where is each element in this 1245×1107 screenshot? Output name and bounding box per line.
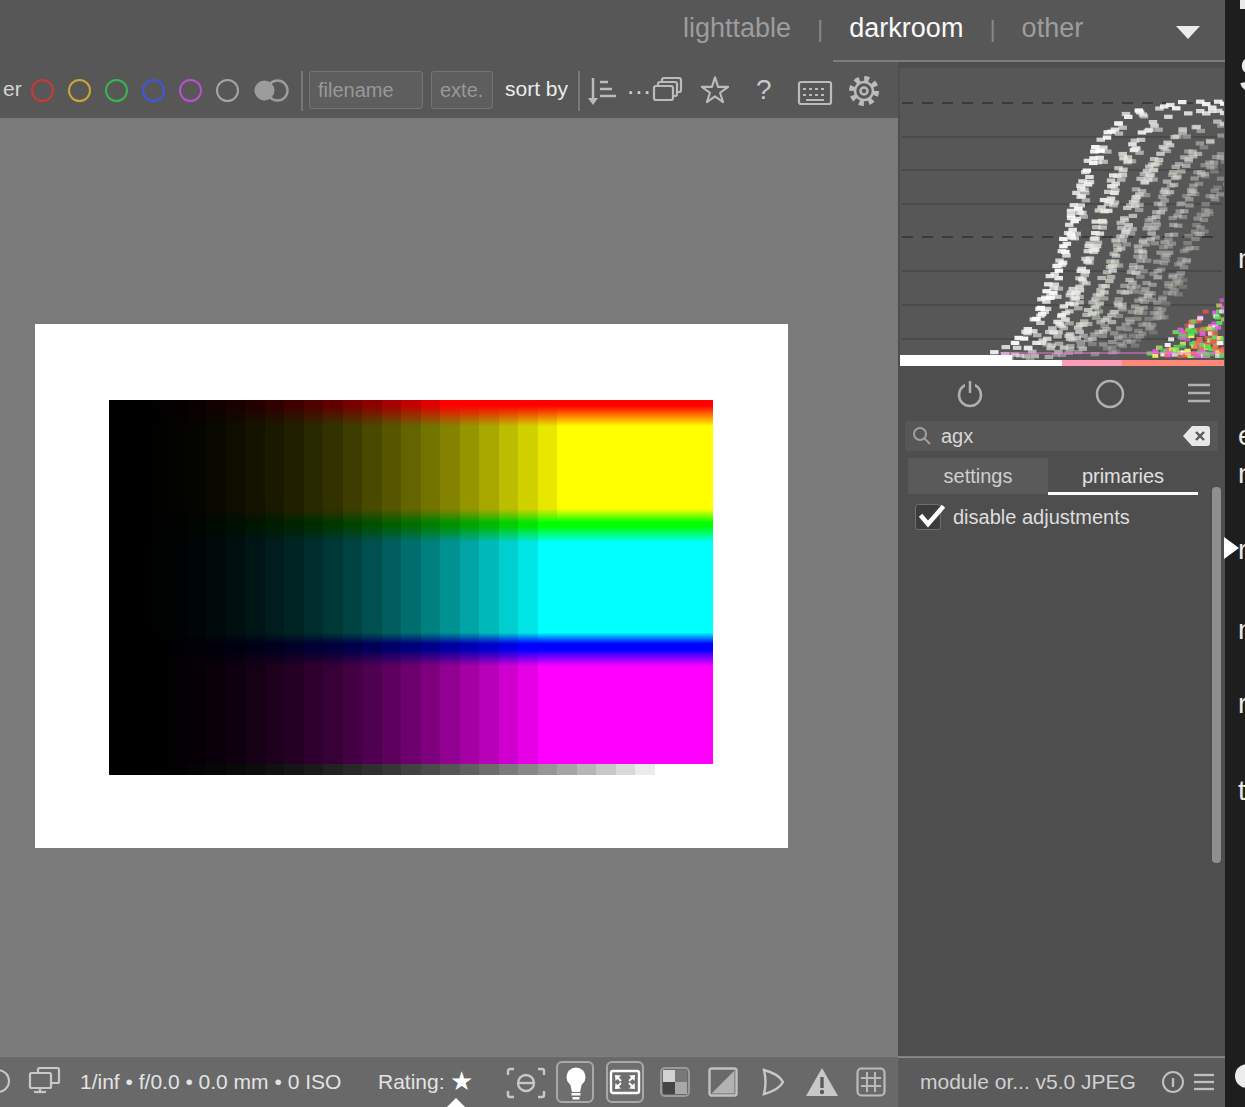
edge-letter-fragment: t <box>1238 775 1245 807</box>
module-order-menu-icon[interactable] <box>1192 1071 1216 1095</box>
overlays-star-icon[interactable] <box>698 72 732 108</box>
views-dropdown-caret[interactable] <box>1176 26 1200 39</box>
help-icon[interactable]: ? <box>756 74 772 106</box>
module-circle-icon[interactable] <box>1094 378 1126 410</box>
toolbar-separator <box>301 71 303 111</box>
edge-letter-fragment: S <box>1238 46 1245 104</box>
color-label-none[interactable] <box>216 79 239 102</box>
search-input[interactable] <box>939 424 1176 449</box>
gamut-check-icon[interactable] <box>757 1066 789 1098</box>
sort-by-label: sort by <box>505 77 568 101</box>
tab-active-underline <box>1048 492 1198 495</box>
rating-star[interactable]: ★ <box>450 1066 473 1097</box>
bottom-bar-right: module or... v5.0 JPEG <box>898 1057 1225 1107</box>
iso12646-button[interactable] <box>556 1061 594 1103</box>
histogram-waveform[interactable] <box>900 68 1224 366</box>
grouping-icon[interactable] <box>650 75 686 107</box>
tab-settings[interactable]: settings <box>908 458 1048 494</box>
edge-bottom-circle-fragment <box>1235 1064 1245 1088</box>
clear-search-icon[interactable] <box>1182 425 1212 447</box>
right-panel: settings primaries disable adjustments <box>898 62 1225 1056</box>
info-icon[interactable] <box>1160 1069 1186 1095</box>
panel-scrollbar[interactable] <box>1212 487 1221 863</box>
module-search-box[interactable] <box>905 421 1218 451</box>
view-separator: | <box>989 15 995 43</box>
color-label-both-icon[interactable] <box>252 78 290 103</box>
partial-icon-fragment <box>0 1069 10 1093</box>
color-label-red[interactable] <box>31 79 54 102</box>
rating-label: Rating: <box>378 1070 445 1094</box>
view-tab-darkroom[interactable]: darkroom <box>849 13 963 44</box>
disable-adjustments-checkbox[interactable] <box>915 504 941 530</box>
presets-menu-icon[interactable] <box>1186 381 1212 407</box>
search-icon <box>911 425 933 447</box>
expand-icon <box>608 1063 642 1101</box>
color-label-yellow[interactable] <box>68 79 91 102</box>
shortcuts-keyboard-icon[interactable] <box>797 80 833 106</box>
filter-toolbar: er sort by ... ? <box>0 62 898 118</box>
edge-letter-fragment: e <box>1238 420 1245 452</box>
image-photo <box>35 324 788 848</box>
edge-letter-fragment: r <box>1238 534 1245 566</box>
view-tab-lighttable[interactable]: lighttable <box>683 13 791 44</box>
color-label-green[interactable] <box>105 79 128 102</box>
darkroom-canvas[interactable] <box>0 118 898 1056</box>
filmstrip-expand-caret[interactable] <box>447 1098 465 1107</box>
second-window-icon[interactable] <box>660 1067 690 1097</box>
header-bar: lighttable | darkroom | other <box>0 0 1225 62</box>
color-test-chart <box>109 400 713 775</box>
color-label-filters <box>31 79 239 102</box>
edge-letter-fragment: n <box>1238 458 1245 490</box>
toolbar-separator <box>578 71 580 111</box>
disable-adjustments-label[interactable]: disable adjustments <box>953 506 1130 529</box>
softproof-icon[interactable] <box>708 1067 738 1097</box>
edge-letter-fragment: n <box>1238 614 1245 646</box>
overexposed-warning-icon[interactable] <box>804 1066 840 1098</box>
checkmark-icon <box>916 502 946 532</box>
module-order-label[interactable]: module or... v5.0 JPEG <box>920 1070 1136 1094</box>
view-tab-other[interactable]: other <box>1022 13 1084 44</box>
view-separator: | <box>817 15 823 43</box>
display-profile-icon[interactable] <box>26 1065 62 1099</box>
preferences-gear-icon[interactable] <box>846 73 882 109</box>
filename-filter-input[interactable] <box>309 71 423 109</box>
more-options-ellipsis[interactable]: ... <box>627 70 652 101</box>
bottom-bar: 1/inf • f/0.0 • 0.0 mm • 0 ISO Rating: ★ <box>0 1056 1225 1107</box>
color-label-purple[interactable] <box>179 79 202 102</box>
sort-order-icon[interactable] <box>586 74 620 108</box>
extension-filter-input[interactable] <box>431 71 493 109</box>
tab-primaries[interactable]: primaries <box>1048 458 1198 494</box>
toolbar-left-fragment: er <box>3 77 22 101</box>
module-power-icon[interactable] <box>953 377 987 411</box>
color-label-blue[interactable] <box>142 79 165 102</box>
darktable-window: lighttable | darkroom | other er sort by… <box>0 0 1245 1107</box>
panel-collapse-arrow[interactable] <box>1224 537 1239 559</box>
guides-grid-icon[interactable] <box>856 1067 886 1097</box>
focus-peaking-icon[interactable] <box>506 1066 546 1100</box>
lightbulb-icon <box>559 1063 593 1101</box>
exif-info: 1/inf • f/0.0 • 0.0 mm • 0 ISO <box>80 1070 341 1094</box>
edge-letter-fragment: n <box>1238 243 1245 275</box>
edge-top-fragment <box>1240 0 1245 9</box>
edge-letter-fragment: r <box>1238 688 1245 720</box>
fit-to-screen-button[interactable] <box>606 1061 644 1103</box>
